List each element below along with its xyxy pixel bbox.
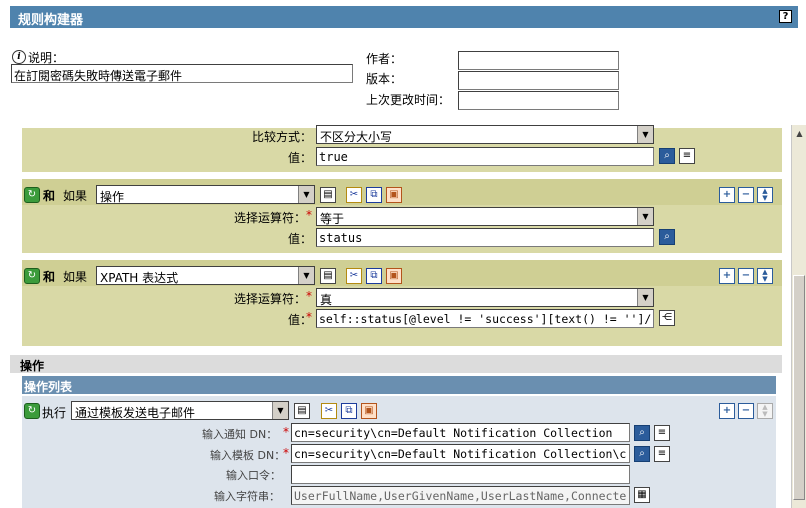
string-builder-icon[interactable]: ▦ xyxy=(634,487,650,503)
edit-list-icon[interactable]: ▤ xyxy=(294,403,310,419)
search-icon[interactable]: ⌕ xyxy=(634,446,650,462)
title-bar: 规则构建器 ? xyxy=(10,6,798,28)
copy-icon[interactable]: ⧉ xyxy=(366,268,382,284)
vertical-scrollbar[interactable]: ▲ xyxy=(791,125,806,508)
chevron-down-icon: ▼ xyxy=(272,402,288,419)
edit-list-icon[interactable]: ▤ xyxy=(320,187,336,203)
notify-dn-label: 输入通知 DN： xyxy=(202,428,278,441)
window-title: 规则构建器 xyxy=(18,13,84,28)
and-label: 和 xyxy=(43,189,56,203)
paste-icon[interactable]: ▣ xyxy=(386,187,402,203)
plus-icon[interactable]: + xyxy=(719,268,735,284)
if-label: 如果 xyxy=(63,270,88,284)
info-icon: i xyxy=(12,50,26,64)
required-marker: * xyxy=(283,425,289,439)
action-select[interactable]: 通过模板发送电子邮件 ▼ xyxy=(71,401,289,420)
template-dn-input[interactable]: cn=security\cn=Default Notification Coll… xyxy=(291,444,630,463)
copy-icon[interactable]: ⧉ xyxy=(366,187,382,203)
edit-list-icon[interactable]: ▤ xyxy=(320,268,336,284)
edit-list-icon[interactable]: ≡ xyxy=(654,425,670,441)
refresh-icon[interactable]: ↻ xyxy=(24,268,40,284)
version-label: 版本： xyxy=(366,72,403,86)
operator-label-2: 选择运算符： xyxy=(234,211,307,225)
and-label: 和 xyxy=(43,270,56,284)
edit-list-icon[interactable]: ≡ xyxy=(654,446,670,462)
xpath-builder-icon[interactable]: ⋲ xyxy=(659,310,675,326)
scissors-icon[interactable]: ✂ xyxy=(346,187,362,203)
required-marker: * xyxy=(306,208,312,222)
actions-header: 操作 xyxy=(10,355,782,373)
value-input-2[interactable]: status xyxy=(316,228,654,247)
required-marker: * xyxy=(306,310,312,324)
action-list-header: 操作列表 xyxy=(22,376,776,394)
string-input[interactable]: UserFullName,UserGivenName,UserLastName,… xyxy=(291,486,630,505)
refresh-icon[interactable]: ↻ xyxy=(24,403,40,419)
string-label: 输入字符串： xyxy=(214,490,280,503)
value-label-2: 值： xyxy=(288,232,313,246)
author-label: 作者： xyxy=(366,52,403,66)
search-icon[interactable]: ⌕ xyxy=(634,425,650,441)
rule-panel: 比较方式： 不区分大小写 ▼ 值： true ⌕ ≡ ↻ 和 如果 操作 ▼ ▤… xyxy=(22,125,782,346)
notify-dn-input[interactable]: cn=security\cn=Default Notification Coll… xyxy=(291,423,630,442)
operator-label-3: 选择运算符： xyxy=(234,292,307,306)
template-dn-label: 输入模板 DN： xyxy=(210,449,286,462)
scissors-icon[interactable]: ✂ xyxy=(321,403,337,419)
action-panel: ↻ 执行 通过模板发送电子邮件 ▼ ▤ ✂ ⧉ ▣ + − ▲ ▼ 输入通知 DN… xyxy=(22,396,776,508)
password-label: 输入口令： xyxy=(226,469,281,482)
scroll-up-arrow-icon[interactable]: ▲ xyxy=(793,127,806,140)
operator-select-2[interactable]: 等于 ▼ xyxy=(316,207,654,226)
condition-select-2[interactable]: 操作 ▼ xyxy=(96,185,315,204)
refresh-icon[interactable]: ↻ xyxy=(24,187,40,203)
scissors-icon[interactable]: ✂ xyxy=(346,268,362,284)
do-label: 执行 xyxy=(42,406,67,420)
description-input[interactable]: 在訂閱密碼失敗時傳送電子郵件 xyxy=(11,64,353,83)
paste-icon[interactable]: ▣ xyxy=(361,403,377,419)
minus-icon[interactable]: − xyxy=(738,268,754,284)
copy-icon[interactable]: ⧉ xyxy=(341,403,357,419)
plus-icon[interactable]: + xyxy=(719,187,735,203)
minus-icon[interactable]: − xyxy=(738,403,754,419)
help-icon[interactable]: ? xyxy=(779,10,792,23)
paste-icon[interactable]: ▣ xyxy=(386,268,402,284)
if-label: 如果 xyxy=(63,189,88,203)
plus-icon[interactable]: + xyxy=(719,403,735,419)
value-label-1: 值： xyxy=(288,151,313,165)
compare-label: 比较方式： xyxy=(252,130,313,144)
up-down-icon[interactable]: ▲ ▼ xyxy=(757,187,773,203)
last-modified-label: 上次更改时间： xyxy=(366,93,451,107)
required-marker: * xyxy=(306,289,312,303)
password-input[interactable] xyxy=(291,465,630,484)
xpath-value-input[interactable]: self::status[@level != 'success'][text()… xyxy=(316,309,654,328)
version-input[interactable] xyxy=(458,71,619,90)
chevron-down-icon: ▼ xyxy=(637,208,653,225)
chevron-down-icon: ▼ xyxy=(298,186,314,203)
chevron-down-icon: ▼ xyxy=(637,126,653,143)
edit-list-icon[interactable]: ≡ xyxy=(679,148,695,164)
chevron-down-icon: ▼ xyxy=(298,267,314,284)
minus-icon[interactable]: − xyxy=(738,187,754,203)
scroll-thumb[interactable] xyxy=(793,275,805,500)
author-input[interactable] xyxy=(458,51,619,70)
chevron-down-icon: ▼ xyxy=(637,289,653,306)
value-input-1[interactable]: true xyxy=(316,147,654,166)
compare-select[interactable]: 不区分大小写 ▼ xyxy=(316,125,654,144)
up-down-icon: ▲ ▼ xyxy=(757,403,773,419)
operator-select-3[interactable]: 真 ▼ xyxy=(316,288,654,307)
search-icon[interactable]: ⌕ xyxy=(659,229,675,245)
condition-select-3[interactable]: XPATH 表达式 ▼ xyxy=(96,266,315,285)
required-marker: * xyxy=(283,446,289,460)
last-modified-field xyxy=(458,91,619,110)
up-down-icon[interactable]: ▲ ▼ xyxy=(757,268,773,284)
search-icon[interactable]: ⌕ xyxy=(659,148,675,164)
